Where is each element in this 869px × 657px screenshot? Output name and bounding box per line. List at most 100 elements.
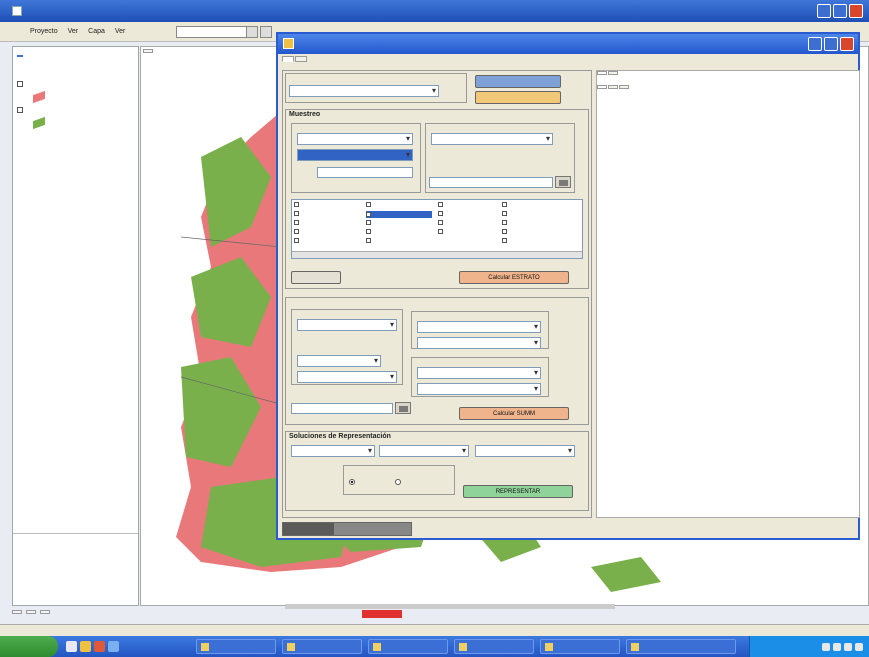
radio-option-2[interactable] bbox=[395, 479, 401, 486]
bottom-tab-2[interactable] bbox=[40, 610, 50, 614]
checkbox-icon[interactable] bbox=[17, 107, 23, 113]
tray-icon[interactable] bbox=[822, 642, 830, 651]
combo-field[interactable] bbox=[417, 337, 541, 349]
toolbar-combo[interactable] bbox=[176, 26, 256, 38]
rtab2-2[interactable] bbox=[619, 85, 629, 89]
tray-icon[interactable] bbox=[844, 642, 852, 651]
quicklaunch-icon[interactable] bbox=[94, 641, 105, 652]
list-cell[interactable] bbox=[438, 202, 443, 207]
task-button[interactable] bbox=[626, 639, 736, 654]
calculate-summ-button[interactable]: Calcular SUMM bbox=[459, 407, 569, 420]
list-cell[interactable] bbox=[366, 202, 371, 207]
status-bar bbox=[0, 624, 869, 636]
minimize-button[interactable] bbox=[817, 4, 831, 18]
tray-icon[interactable] bbox=[855, 642, 863, 651]
toolbar-button[interactable] bbox=[246, 26, 258, 38]
list-cell[interactable] bbox=[294, 202, 299, 207]
list-cell[interactable] bbox=[502, 238, 507, 243]
layer-swatch-salmon bbox=[33, 90, 45, 104]
task-button[interactable] bbox=[454, 639, 534, 654]
rtab-0[interactable] bbox=[597, 71, 607, 75]
combo-field[interactable] bbox=[431, 133, 553, 145]
menu-item-2[interactable]: Capa bbox=[88, 28, 105, 35]
menu-item-0[interactable]: Proyecto bbox=[30, 28, 58, 35]
list-cell[interactable] bbox=[366, 229, 371, 234]
small-button[interactable] bbox=[291, 271, 341, 284]
quicklaunch-icon[interactable] bbox=[80, 641, 91, 652]
task-button[interactable] bbox=[196, 639, 276, 654]
combo-field[interactable] bbox=[297, 355, 381, 367]
rtab2-0[interactable] bbox=[597, 85, 607, 89]
text-input[interactable] bbox=[291, 403, 393, 414]
dialog-icon bbox=[283, 38, 294, 49]
calculate-estrato-button[interactable]: Calcular ESTRATO bbox=[459, 271, 569, 284]
amber-action-button[interactable] bbox=[475, 91, 561, 104]
list-cell[interactable] bbox=[502, 229, 507, 234]
menu-item-3[interactable]: Ver bbox=[115, 28, 126, 35]
task-button[interactable] bbox=[282, 639, 362, 654]
quicklaunch-icon[interactable] bbox=[66, 641, 77, 652]
list-cell[interactable] bbox=[366, 238, 371, 243]
bottom-tab-1[interactable] bbox=[26, 610, 36, 614]
list-cell[interactable] bbox=[438, 229, 443, 234]
tray-icon[interactable] bbox=[833, 642, 841, 651]
list-cell[interactable] bbox=[502, 211, 507, 216]
combo-field[interactable] bbox=[379, 445, 469, 457]
dialog-close-button[interactable] bbox=[840, 37, 854, 51]
toolbar-button[interactable] bbox=[260, 26, 272, 38]
scale-indicator bbox=[362, 610, 402, 618]
list-cell[interactable] bbox=[294, 211, 299, 216]
folder-browse-button[interactable] bbox=[395, 402, 411, 414]
layer-item[interactable] bbox=[17, 107, 26, 113]
task-button[interactable] bbox=[540, 639, 620, 654]
combo-field[interactable] bbox=[291, 445, 375, 457]
combo-field[interactable] bbox=[417, 383, 541, 395]
menu-item-1[interactable]: Ver bbox=[68, 28, 79, 35]
layer-item[interactable] bbox=[17, 55, 23, 57]
taskbar bbox=[0, 636, 869, 657]
start-button[interactable] bbox=[0, 636, 58, 657]
combo-field[interactable] bbox=[297, 133, 413, 145]
radio-icon[interactable] bbox=[349, 479, 355, 485]
dialog-minimize-button[interactable] bbox=[808, 37, 822, 51]
list-cell[interactable] bbox=[294, 220, 299, 225]
list-scrollbar[interactable] bbox=[292, 251, 582, 258]
list-cell[interactable] bbox=[438, 220, 443, 225]
text-input[interactable] bbox=[317, 167, 413, 178]
field-checklist[interactable] bbox=[291, 199, 583, 259]
list-cell[interactable] bbox=[502, 220, 507, 225]
tab-1[interactable] bbox=[295, 56, 307, 62]
combo-top[interactable] bbox=[289, 85, 439, 97]
close-button[interactable] bbox=[849, 4, 863, 18]
list-cell[interactable] bbox=[294, 238, 299, 243]
map-scrollbar[interactable] bbox=[285, 604, 615, 609]
checkbox-icon[interactable] bbox=[17, 81, 23, 87]
list-cell-selected[interactable] bbox=[366, 211, 432, 218]
bottom-tab-0[interactable] bbox=[12, 610, 22, 614]
blue-action-button[interactable] bbox=[475, 75, 561, 88]
task-button[interactable] bbox=[368, 639, 448, 654]
radio-icon[interactable] bbox=[395, 479, 401, 485]
combo-field[interactable] bbox=[297, 319, 397, 331]
combo-field[interactable] bbox=[417, 367, 541, 379]
list-cell[interactable] bbox=[366, 220, 371, 225]
list-cell[interactable] bbox=[502, 202, 507, 207]
bottom-tabs bbox=[12, 610, 50, 614]
rtab-1[interactable] bbox=[608, 71, 618, 75]
combo-field[interactable] bbox=[297, 371, 397, 383]
combo-field[interactable] bbox=[417, 321, 541, 333]
layer-item[interactable] bbox=[17, 81, 26, 87]
text-input[interactable] bbox=[429, 177, 553, 188]
quicklaunch-icon[interactable] bbox=[108, 641, 119, 652]
radio-option-1[interactable] bbox=[349, 479, 355, 486]
combo-field[interactable] bbox=[475, 445, 575, 457]
maximize-button[interactable] bbox=[833, 4, 847, 18]
representar-button[interactable]: REPRESENTAR bbox=[463, 485, 573, 498]
folder-browse-button[interactable] bbox=[555, 176, 571, 188]
rtab2-1[interactable] bbox=[608, 85, 618, 89]
dialog-maximize-button[interactable] bbox=[824, 37, 838, 51]
list-cell[interactable] bbox=[294, 229, 299, 234]
combo-field-selected[interactable] bbox=[297, 149, 413, 161]
list-cell[interactable] bbox=[438, 211, 443, 216]
tab-0[interactable] bbox=[282, 56, 294, 62]
